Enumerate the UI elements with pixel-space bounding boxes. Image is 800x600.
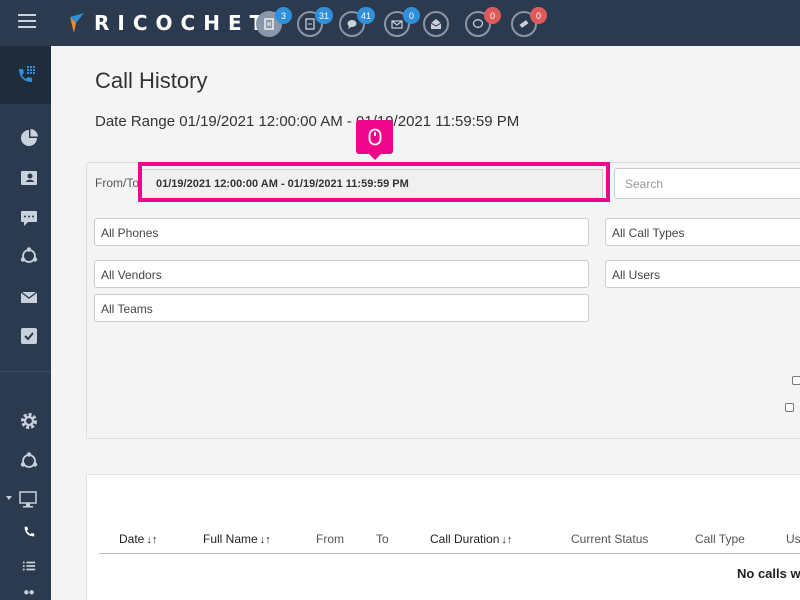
- top-bar: RICOCHET 360 3 31 41 0 0 0: [0, 0, 800, 46]
- column-full-name[interactable]: Full Name ↓↑: [203, 532, 271, 546]
- list-icon[interactable]: [21, 558, 37, 574]
- logo-text: RICOCHET: [94, 11, 272, 35]
- main-content: Call History Date Range 01/19/2021 12:00…: [51, 46, 800, 600]
- hamburger-menu-icon[interactable]: [18, 14, 36, 28]
- column-current-status: Current Status: [571, 532, 649, 546]
- pie-chart-icon[interactable]: [19, 128, 39, 148]
- settings-icon[interactable]: [19, 411, 39, 431]
- email-icon[interactable]: [19, 287, 39, 307]
- message-icon[interactable]: 0: [465, 7, 501, 37]
- inbox-icon[interactable]: 31: [297, 7, 333, 37]
- date-range-label: Date Range 01/19/2021 12:00:00 AM - 01/1…: [95, 113, 520, 130]
- search-input[interactable]: Search: [614, 168, 800, 199]
- ricochet-logo[interactable]: RICOCHET 360: [68, 10, 281, 36]
- vendors-select[interactable]: All Vendors: [94, 260, 589, 288]
- column-call-duration-label: Call Duration: [430, 532, 500, 546]
- fax-icon[interactable]: 3: [256, 7, 292, 37]
- sort-icon: ↓↑: [146, 534, 158, 546]
- mouse-click-icon: [356, 120, 393, 160]
- column-to: To: [376, 532, 389, 546]
- phone-dialpad-icon: [18, 66, 35, 82]
- monitor-icon[interactable]: [6, 489, 42, 509]
- chat-badge: 41: [356, 7, 375, 24]
- sidebar: [0, 46, 51, 600]
- contacts-icon[interactable]: [19, 168, 39, 188]
- page-title: Call History: [95, 68, 208, 93]
- chat-icon[interactable]: 41: [339, 7, 375, 37]
- column-call-type: Call Type: [695, 532, 745, 546]
- column-user: Us: [786, 532, 800, 546]
- team-icon[interactable]: [21, 586, 37, 600]
- teams-select[interactable]: All Teams: [94, 294, 589, 322]
- ticket-icon[interactable]: 0: [511, 7, 547, 37]
- ticket-badge: 0: [530, 7, 547, 24]
- open-mail-icon[interactable]: [423, 11, 449, 37]
- sms-icon[interactable]: [19, 208, 39, 228]
- column-date[interactable]: Date ↓↑: [119, 532, 157, 546]
- call-types-select[interactable]: All Call Types: [605, 218, 800, 246]
- message-badge: 0: [484, 7, 501, 24]
- sort-icon: ↓↑: [501, 534, 513, 546]
- users-select[interactable]: All Users: [605, 260, 800, 288]
- from-to-label: From/To: [95, 176, 140, 190]
- inbox-badge: 31: [314, 7, 333, 24]
- header-divider: [99, 553, 800, 554]
- column-from: From: [316, 532, 344, 546]
- date-range-highlight: [138, 162, 610, 202]
- filter-panel: From/To 01/19/2021 12:00:00 AM - 01/19/2…: [86, 162, 800, 439]
- option-checkbox-1[interactable]: [792, 376, 800, 385]
- fax-badge: 3: [275, 7, 292, 24]
- column-date-label: Date: [119, 532, 145, 546]
- column-call-duration[interactable]: Call Duration ↓↑: [430, 532, 512, 546]
- logo-mark-icon: [68, 13, 86, 33]
- option-checkbox-2[interactable]: [785, 403, 794, 412]
- sidebar-item-phone[interactable]: [0, 46, 51, 104]
- network-icon[interactable]: [19, 246, 39, 266]
- call-history-table: Date ↓↑ Full Name ↓↑ From To Call Duration…: [86, 474, 800, 600]
- column-full-name-label: Full Name: [203, 532, 258, 546]
- mail-icon[interactable]: 0: [384, 7, 420, 37]
- phones-select[interactable]: All Phones: [94, 218, 589, 246]
- call-icon[interactable]: [21, 524, 37, 540]
- mail-badge: 0: [403, 7, 420, 24]
- sort-icon: ↓↑: [259, 534, 271, 546]
- task-check-icon[interactable]: [19, 326, 39, 346]
- sidebar-divider: [0, 371, 51, 372]
- empty-table-message: No calls w: [737, 566, 800, 581]
- integrations-icon[interactable]: [19, 451, 39, 471]
